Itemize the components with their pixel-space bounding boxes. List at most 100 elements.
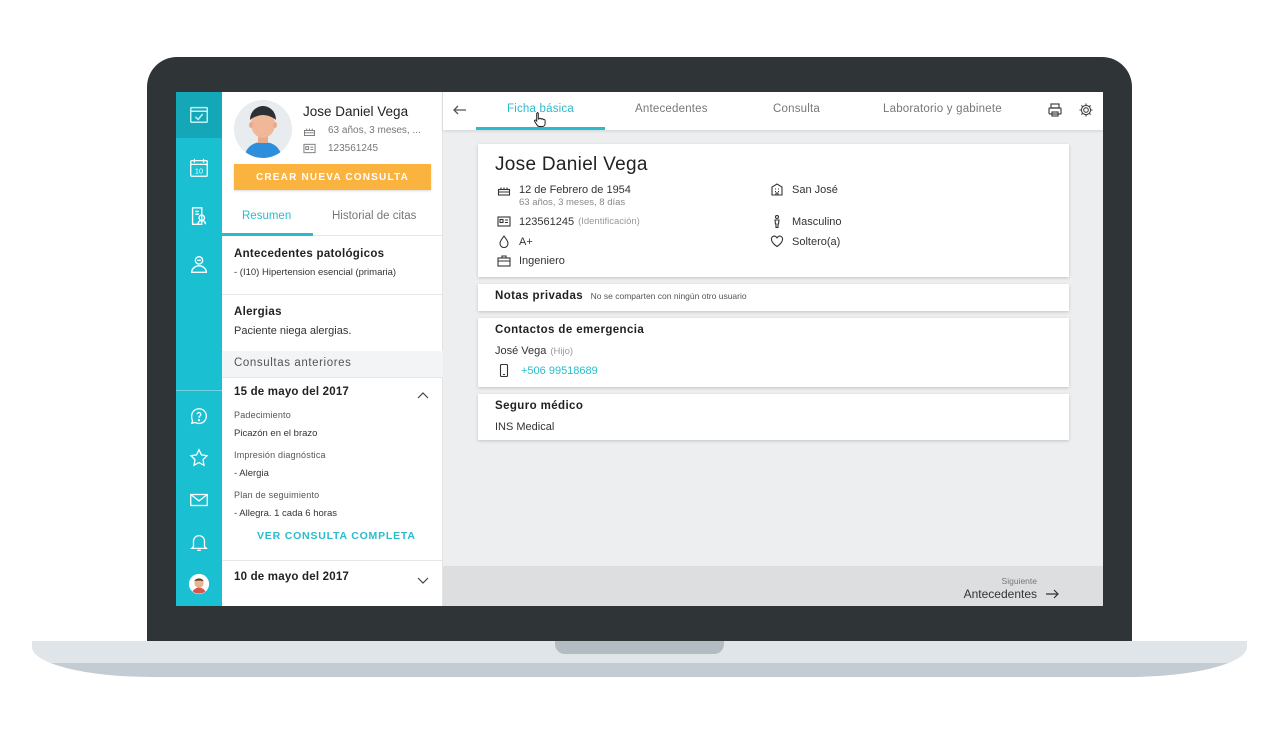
- notes-note: No se comparten con ningún otro usuario: [590, 291, 747, 301]
- patient-info-card: Jose Daniel Vega 12 de Febrero de 1954 6…: [478, 144, 1069, 277]
- next-button[interactable]: Antecedentes: [964, 587, 1059, 601]
- rail-divider: [176, 390, 222, 391]
- chevron-up-icon[interactable]: [416, 387, 430, 399]
- impresion-label: Impresión diagnóstica: [234, 450, 326, 460]
- bell-icon[interactable]: [187, 530, 211, 554]
- calendar-check-icon[interactable]: [187, 102, 211, 126]
- patient-id-line: 123561245: [303, 143, 378, 154]
- pathologic-title: Antecedentes patológicos: [234, 248, 385, 260]
- visit-date[interactable]: 15 de mayo del 2017: [234, 386, 349, 398]
- previous-consults-title: Consultas anteriores: [234, 357, 352, 369]
- birthday-cake-icon: [304, 128, 315, 136]
- view-full-consult-link[interactable]: VER CONSULTA COMPLETA: [257, 530, 416, 542]
- tab-antecedentes[interactable]: Antecedentes: [635, 103, 708, 115]
- help-icon[interactable]: [187, 404, 211, 428]
- app-screen: 10 Jose Daniel Vega 63 años, 3 meses, ..…: [176, 92, 1103, 606]
- emergency-phone-row: +506 99518689: [497, 364, 598, 377]
- footer-bar: Siguiente Antecedentes: [443, 566, 1103, 606]
- city: San José: [792, 183, 838, 196]
- phone-icon: [499, 364, 509, 377]
- sidebar-tab-indicator: [222, 233, 313, 236]
- blood-type: A+: [519, 235, 533, 248]
- main-tab-indicator: [476, 127, 605, 130]
- briefcase-icon: [497, 255, 511, 267]
- icon-rail: 10: [176, 92, 222, 606]
- id-label: (Identificación): [578, 216, 640, 227]
- patient-name: Jose Daniel Vega: [303, 104, 409, 119]
- tab-consulta[interactable]: Consulta: [773, 103, 820, 115]
- divider: [222, 377, 443, 378]
- impresion-value: - Alergia: [234, 468, 269, 479]
- back-arrow-icon[interactable]: [451, 101, 469, 119]
- emergency-contacts-card: Contactos de emergencia José Vega (Hijo)…: [478, 318, 1069, 387]
- card-patient-name: Jose Daniel Vega: [495, 154, 648, 175]
- heart-icon: [770, 235, 784, 248]
- tab-laboratorio[interactable]: Laboratorio y gabinete: [883, 103, 1002, 115]
- user-avatar[interactable]: [187, 572, 211, 596]
- civil-row: Soltero(a): [770, 235, 840, 248]
- id-row: 123561245 (Identificación): [497, 215, 640, 228]
- private-notes-card[interactable]: Notas privadas No se comparten con ningú…: [478, 284, 1069, 311]
- occupation: Ingeniero: [519, 254, 565, 267]
- calendar-icon[interactable]: 10: [187, 156, 211, 180]
- divider: [222, 560, 443, 561]
- svg-text:10: 10: [195, 167, 203, 176]
- mail-icon[interactable]: [187, 488, 211, 512]
- gear-icon[interactable]: [1078, 102, 1094, 118]
- gender: Masculino: [792, 215, 842, 228]
- patient-avatar: [234, 100, 292, 158]
- id-card-icon: [303, 143, 316, 154]
- previous-consults-header: Consultas anteriores: [222, 351, 443, 377]
- age-full: 63 años, 3 meses, 8 días: [519, 197, 626, 208]
- birthday-cake-icon: [497, 187, 511, 196]
- insurance-value: INS Medical: [495, 421, 555, 433]
- print-icon[interactable]: [1047, 102, 1063, 118]
- male-figure-icon: [774, 215, 780, 228]
- id-number: 123561245: [519, 215, 575, 228]
- main-area: Ficha básica Antecedentes Consulta Labor…: [443, 92, 1103, 606]
- emergency-phone[interactable]: +506 99518689: [521, 365, 598, 377]
- padecimiento-label: Padecimiento: [234, 410, 291, 420]
- birth-row: 12 de Febrero de 1954: [497, 183, 631, 196]
- visit-date[interactable]: 10 de mayo del 2017: [234, 571, 349, 583]
- emergency-name: José Vega: [495, 345, 547, 357]
- next-value: Antecedentes: [963, 587, 1037, 601]
- tab-resumen[interactable]: Resumen: [242, 210, 291, 222]
- plan-label: Plan de seguimiento: [234, 490, 320, 500]
- new-consult-button[interactable]: CREAR NUEVA CONSULTA: [234, 164, 431, 190]
- patient-age: 63 años, 3 meses, ...: [328, 125, 421, 136]
- gender-row: Masculino: [770, 215, 842, 228]
- patient-age-line: 63 años, 3 meses, ...: [303, 125, 421, 136]
- patient-record-icon[interactable]: [187, 204, 211, 228]
- allergies-title: Alergias: [234, 306, 282, 318]
- top-tab-bar: Ficha básica Antecedentes Consulta Labor…: [443, 92, 1103, 130]
- next-label: Siguiente: [1001, 576, 1037, 586]
- occupation-row: Ingeniero: [497, 254, 565, 267]
- chevron-down-icon[interactable]: [416, 573, 430, 584]
- plan-value: - Allegra. 1 cada 6 horas: [234, 508, 337, 519]
- emergency-title: Contactos de emergencia: [495, 324, 645, 336]
- blood-row: A+: [497, 235, 533, 248]
- city-row: San José: [770, 183, 838, 196]
- hand-cursor-icon: [533, 111, 547, 127]
- star-icon[interactable]: [187, 446, 211, 470]
- blood-drop-icon: [499, 235, 509, 248]
- patient-sidebar: Jose Daniel Vega 63 años, 3 meses, ... 1…: [222, 92, 443, 606]
- insurance-title: Seguro médico: [495, 400, 584, 412]
- tab-historial-citas[interactable]: Historial de citas: [332, 210, 416, 222]
- emergency-contact-row: José Vega (Hijo): [495, 345, 573, 357]
- notes-title: Notas privadas No se comparten con ningú…: [495, 290, 747, 302]
- padecimiento-value: Picazón en el brazo: [234, 428, 318, 439]
- id-card-icon: [497, 216, 511, 227]
- notes-title-text: Notas privadas: [495, 290, 584, 302]
- sidebar-tabs: Resumen Historial de citas: [222, 198, 443, 236]
- insurance-card: Seguro médico INS Medical: [478, 394, 1069, 440]
- doctor-icon[interactable]: [187, 252, 211, 276]
- building-icon: [771, 183, 783, 196]
- emergency-relation: (Hijo): [550, 345, 574, 357]
- divider: [222, 294, 443, 295]
- arrow-right-icon: [1046, 589, 1059, 599]
- patient-id: 123561245: [328, 143, 379, 154]
- civil-status: Soltero(a): [792, 235, 841, 248]
- laptop-notch: [555, 641, 724, 654]
